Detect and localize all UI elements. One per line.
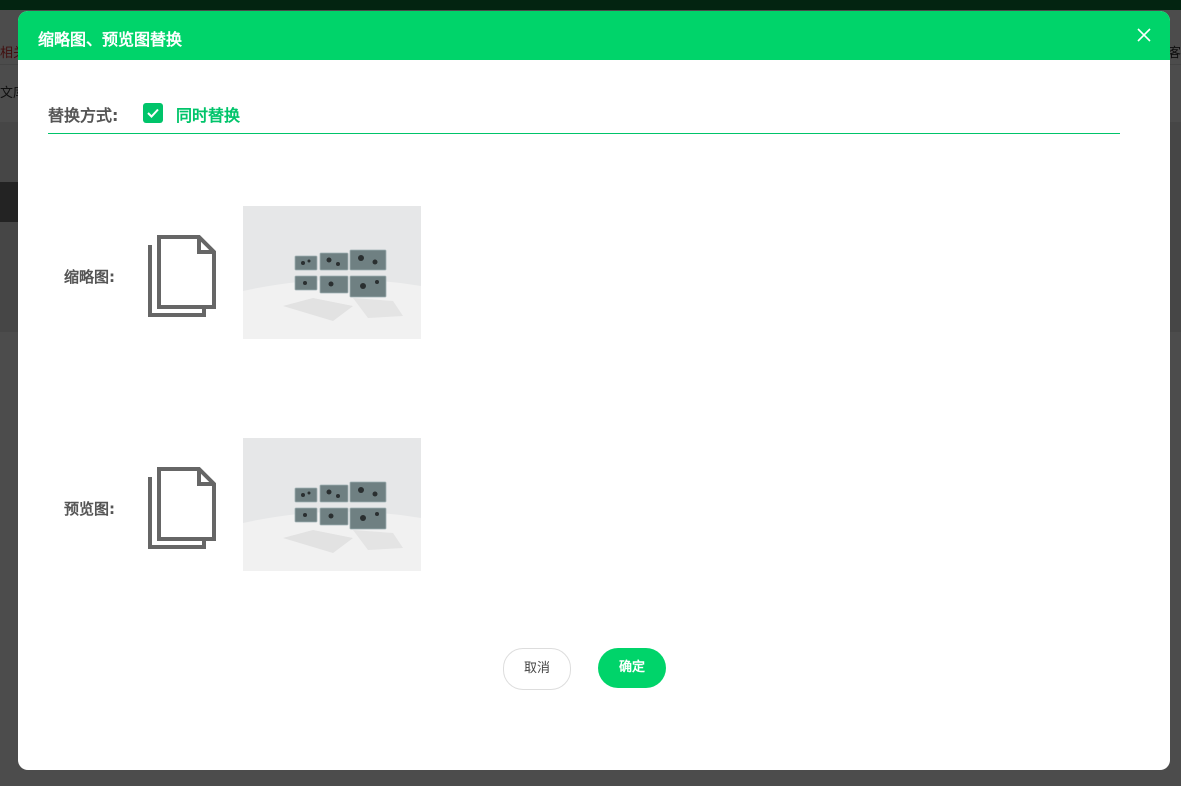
check-icon [147, 108, 159, 118]
replace-both-label[interactable]: 同时替换 [176, 102, 240, 126]
confirm-button[interactable]: 确定 [598, 648, 666, 688]
preview-label: 预览图: [64, 500, 115, 518]
replace-both-checkbox[interactable] [143, 103, 163, 123]
replace-mode-row: 替换方式: 同时替换 [48, 99, 1120, 134]
replace-mode-label: 替换方式: [48, 106, 119, 125]
dialog-header: 缩略图、预览图替换 [18, 11, 1170, 60]
replace-image-dialog: 缩略图、预览图替换 替换方式: 同时替换 缩略图: 预览图: 取消 确定 [18, 11, 1170, 770]
thumbnail-upload-icon[interactable] [146, 233, 218, 317]
thumbnail-label: 缩略图: [64, 268, 115, 286]
cancel-button[interactable]: 取消 [503, 648, 571, 690]
dialog-title: 缩略图、预览图替换 [38, 30, 183, 49]
preview-upload-icon[interactable] [146, 465, 218, 549]
close-icon[interactable] [1136, 27, 1152, 43]
preview-image [243, 438, 421, 571]
thumbnail-image [243, 206, 421, 339]
